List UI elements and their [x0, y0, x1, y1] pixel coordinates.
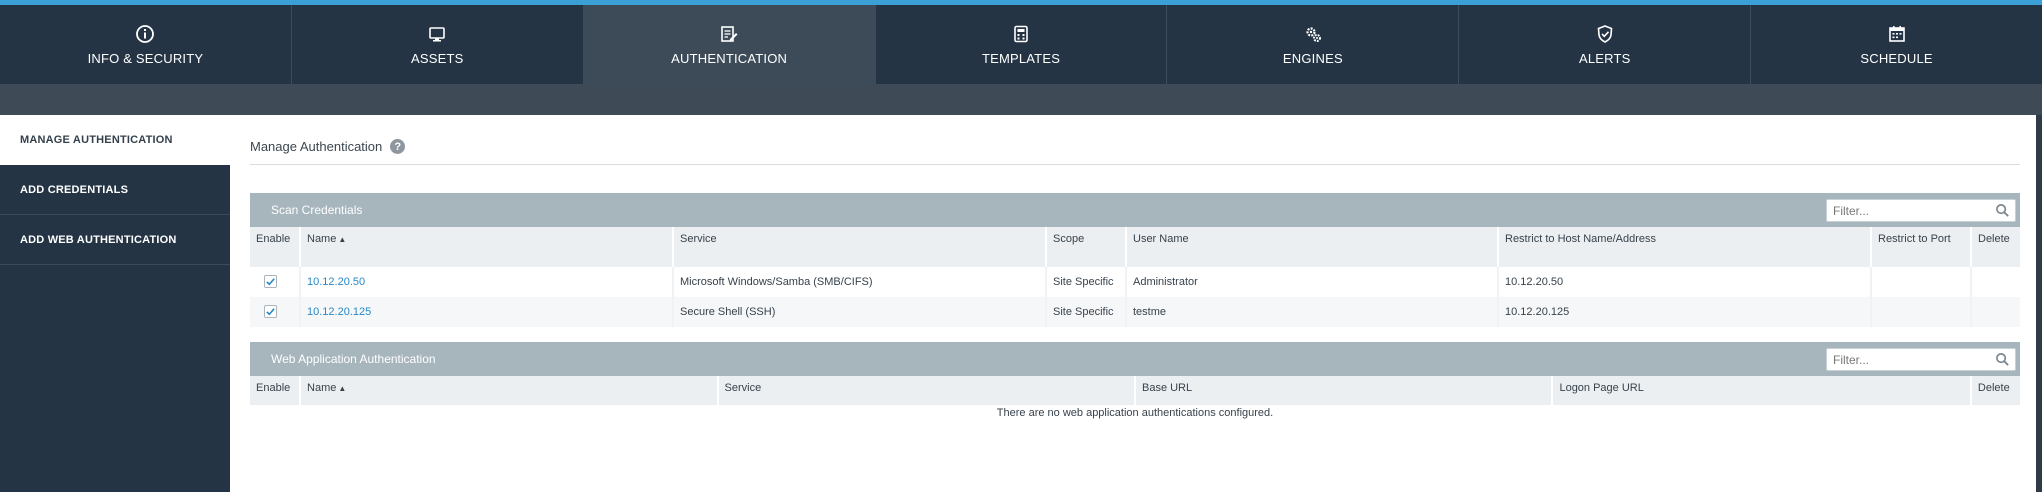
- delete-cell[interactable]: [1970, 267, 2020, 297]
- sort-ascending-icon: ▲: [338, 235, 347, 244]
- checkmark-icon: [266, 277, 275, 285]
- web-auth-section: Web Application Authentication Filter...…: [250, 342, 2020, 421]
- enable-checkbox[interactable]: [264, 274, 277, 288]
- column-header-delete: Delete: [1970, 227, 2020, 267]
- gears-icon: [1302, 23, 1324, 45]
- name-cell: 10.12.20.50: [299, 267, 673, 297]
- tab-info-security[interactable]: INFO & SECURITY: [0, 5, 291, 84]
- tab-schedule[interactable]: SCHEDULE: [1750, 5, 2042, 84]
- tab-authentication[interactable]: AUTHENTICATION: [582, 5, 875, 93]
- enable-cell: [250, 267, 300, 297]
- sort-ascending-icon: ▲: [338, 384, 347, 393]
- tab-templates[interactable]: TEMPLATES: [874, 5, 1167, 84]
- section-title: Scan Credentials: [271, 203, 363, 217]
- tab-label: TEMPLATES: [981, 51, 1061, 66]
- delete-cell[interactable]: [1970, 297, 2020, 327]
- empty-state-message: There are no web application authenticat…: [996, 407, 1274, 419]
- column-header-delete: Delete: [1969, 376, 2020, 405]
- tab-label: ALERTS: [1578, 51, 1631, 66]
- name-cell: 10.12.20.125: [299, 297, 673, 327]
- column-header-scope[interactable]: Scope: [1045, 227, 1126, 267]
- user-name-cell: testme: [1125, 297, 1498, 327]
- scope-cell: Site Specific: [1045, 297, 1126, 327]
- tab-engines[interactable]: ENGINES: [1166, 5, 1458, 84]
- enable-cell: [250, 297, 300, 327]
- table-row: 10.12.20.50 Microsoft Windows/Samba (SMB…: [250, 267, 2020, 297]
- main-content: Manage Authentication ? Scan Credentials…: [230, 115, 2036, 492]
- column-header-label: Name: [307, 233, 337, 245]
- sidebar-item-add-credentials[interactable]: ADD CREDENTIALS: [0, 165, 230, 215]
- host-cell: 10.12.20.125: [1497, 297, 1871, 327]
- sidebar-item-manage-authentication[interactable]: MANAGE AUTHENTICATION: [0, 115, 230, 165]
- tab-label: INFO & SECURITY: [87, 51, 204, 66]
- calculator-icon: [1010, 23, 1032, 45]
- filter-input[interactable]: Filter...: [1826, 199, 2016, 222]
- tab-alerts[interactable]: ALERTS: [1458, 5, 1750, 84]
- credential-name-link[interactable]: 10.12.20.50: [307, 276, 365, 288]
- enable-checkbox[interactable]: [264, 304, 277, 318]
- search-icon[interactable]: [1995, 352, 2010, 367]
- column-header-restrict-host[interactable]: Restrict to Host Name/Address: [1497, 227, 1871, 267]
- sidebar-item-add-web-authentication[interactable]: ADD WEB AUTHENTICATION: [0, 215, 230, 265]
- section-title: Web Application Authentication: [271, 352, 436, 366]
- service-cell: Secure Shell (SSH): [672, 297, 1046, 327]
- help-icon[interactable]: ?: [390, 139, 406, 154]
- port-cell: [1870, 267, 1971, 297]
- column-header-service[interactable]: Service: [672, 227, 1046, 267]
- host-cell: 10.12.20.50: [1497, 267, 1871, 297]
- column-header-enable: Enable: [250, 376, 301, 405]
- column-header-service[interactable]: Service: [716, 376, 1135, 405]
- credential-name-link[interactable]: 10.12.20.125: [307, 306, 371, 318]
- calendar-icon: [1886, 23, 1908, 45]
- tab-assets[interactable]: ASSETS: [290, 5, 583, 84]
- section-header: Scan Credentials Filter...: [250, 193, 2020, 227]
- scan-credentials-table: Enable Name ▲ Service Scope User Name Res…: [250, 227, 2020, 327]
- column-header-name[interactable]: Name ▲: [299, 227, 673, 267]
- sub-header-bar: [0, 84, 2042, 115]
- service-cell: Microsoft Windows/Samba (SMB/CIFS): [672, 267, 1046, 297]
- column-header-restrict-port[interactable]: Restrict to Port: [1870, 227, 1971, 267]
- filter-placeholder: Filter...: [1833, 203, 1870, 218]
- tab-label: ENGINES: [1282, 51, 1343, 66]
- web-auth-table: Enable Name ▲ Service Base URL Logon Page…: [250, 376, 2020, 405]
- checkmark-icon: [266, 307, 275, 315]
- column-header-enable: Enable: [250, 227, 300, 267]
- edit-document-icon: [718, 23, 740, 45]
- column-header-base-url[interactable]: Base URL: [1133, 376, 1553, 405]
- tab-label: ASSETS: [411, 51, 464, 66]
- tab-label: AUTHENTICATION: [671, 51, 788, 66]
- info-circle-icon: [134, 23, 156, 45]
- search-icon[interactable]: [1995, 203, 2010, 218]
- table-row: 10.12.20.125 Secure Shell (SSH) Site Spe…: [250, 297, 2020, 327]
- column-header-name[interactable]: Name ▲: [299, 376, 718, 405]
- sidebar: MANAGE AUTHENTICATION ADD CREDENTIALS AD…: [0, 115, 230, 492]
- shield-check-icon: [1594, 23, 1616, 45]
- column-header-user-name[interactable]: User Name: [1125, 227, 1498, 267]
- scan-credentials-section: Scan Credentials Filter... Enable Name ▲ …: [250, 193, 2020, 327]
- scrollbar[interactable]: [2036, 115, 2042, 492]
- tab-label: SCHEDULE: [1860, 51, 1933, 66]
- scope-cell: Site Specific: [1045, 267, 1126, 297]
- filter-input[interactable]: Filter...: [1826, 348, 2016, 371]
- monitor-icon: [426, 23, 448, 45]
- top-navigation: INFO & SECURITY ASSETS AUTHENTICATION TE…: [0, 5, 2042, 93]
- section-header: Web Application Authentication Filter...: [250, 342, 2020, 376]
- page-header: Manage Authentication ?: [250, 139, 2020, 165]
- column-header-label: Name: [307, 382, 337, 394]
- filter-placeholder: Filter...: [1833, 352, 1870, 367]
- page-title: Manage Authentication: [250, 139, 383, 154]
- port-cell: [1870, 297, 1971, 327]
- column-header-logon-page-url[interactable]: Logon Page URL: [1551, 376, 1971, 405]
- user-name-cell: Administrator: [1125, 267, 1498, 297]
